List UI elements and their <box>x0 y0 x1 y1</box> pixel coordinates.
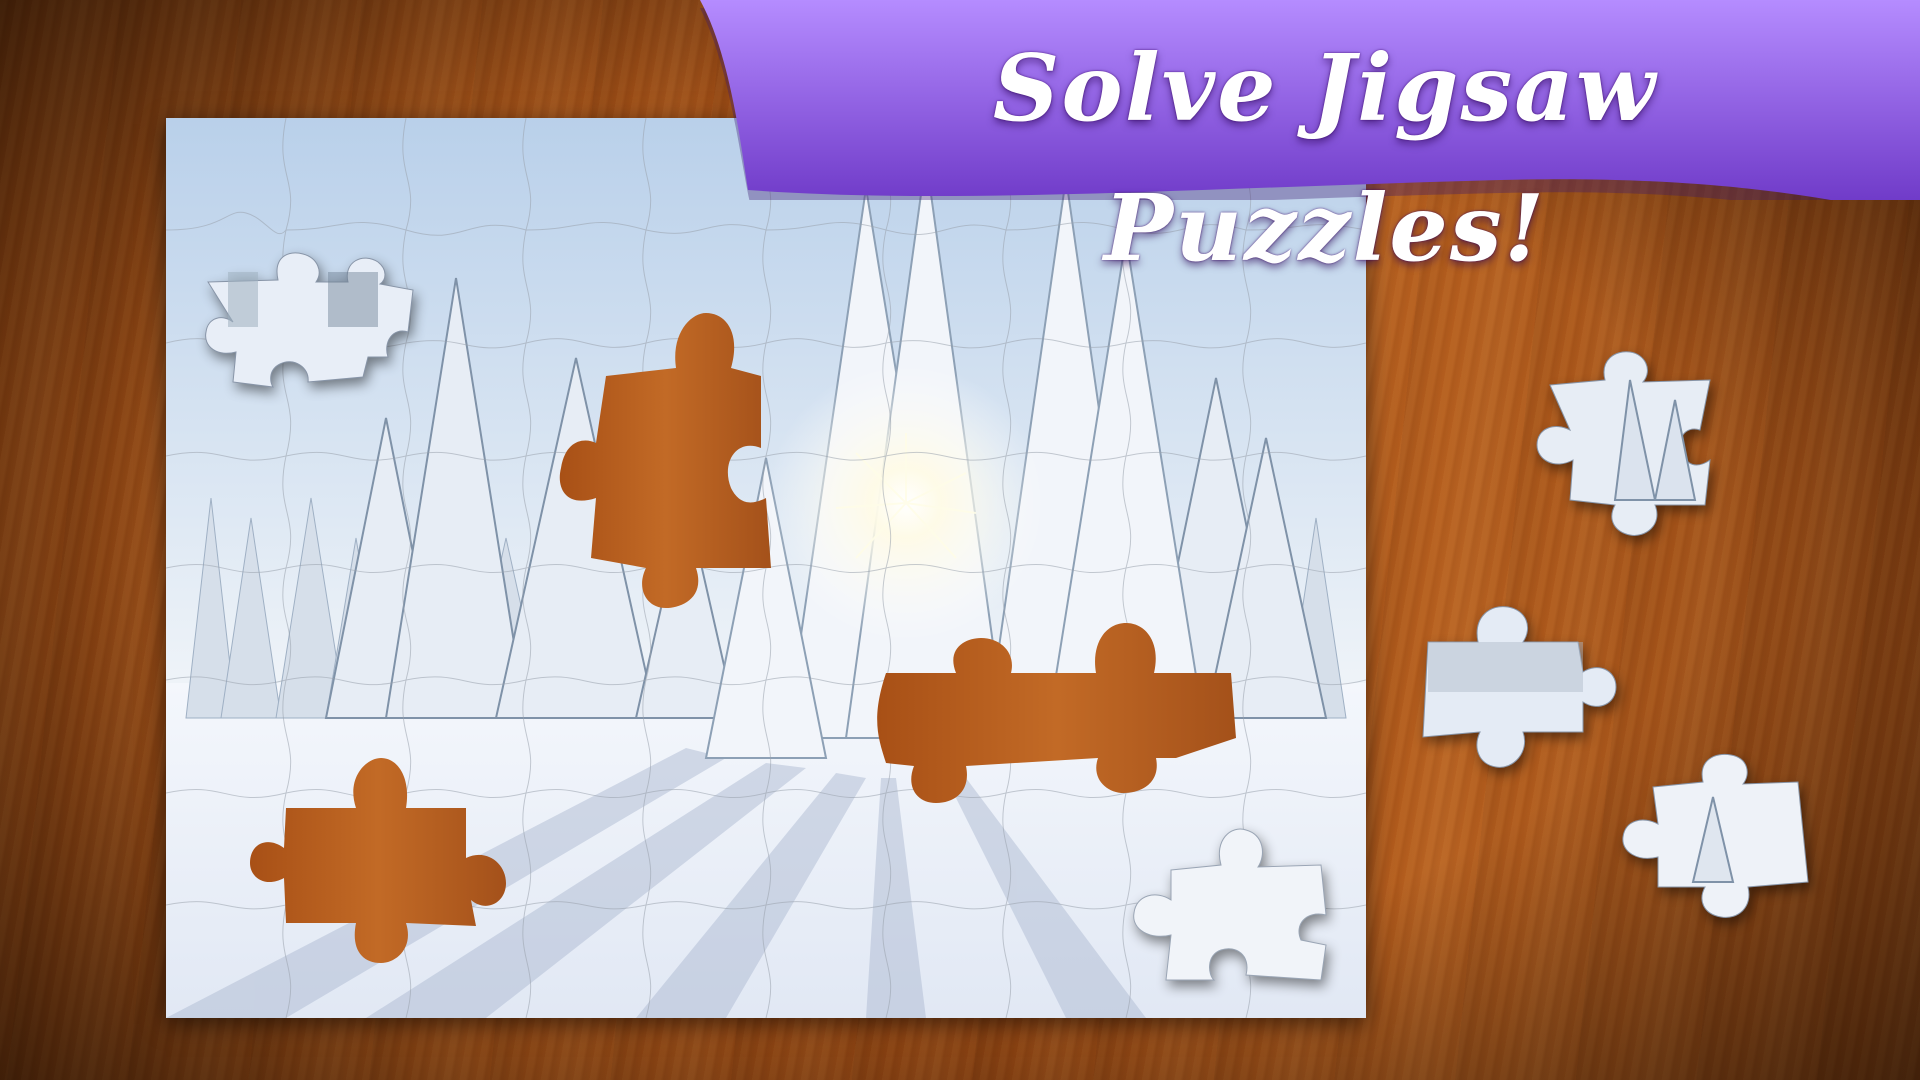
loose-piece-5[interactable] <box>1126 815 1336 985</box>
loose-piece-2[interactable] <box>1515 350 1715 540</box>
loose-piece-1[interactable] <box>198 252 428 392</box>
loose-piece-3[interactable] <box>1418 602 1618 782</box>
title-banner: Solve Jigsaw Puzzles! <box>700 0 1920 282</box>
title-text: Solve Jigsaw Puzzles! <box>992 34 1658 282</box>
loose-piece-4[interactable] <box>1603 752 1813 922</box>
